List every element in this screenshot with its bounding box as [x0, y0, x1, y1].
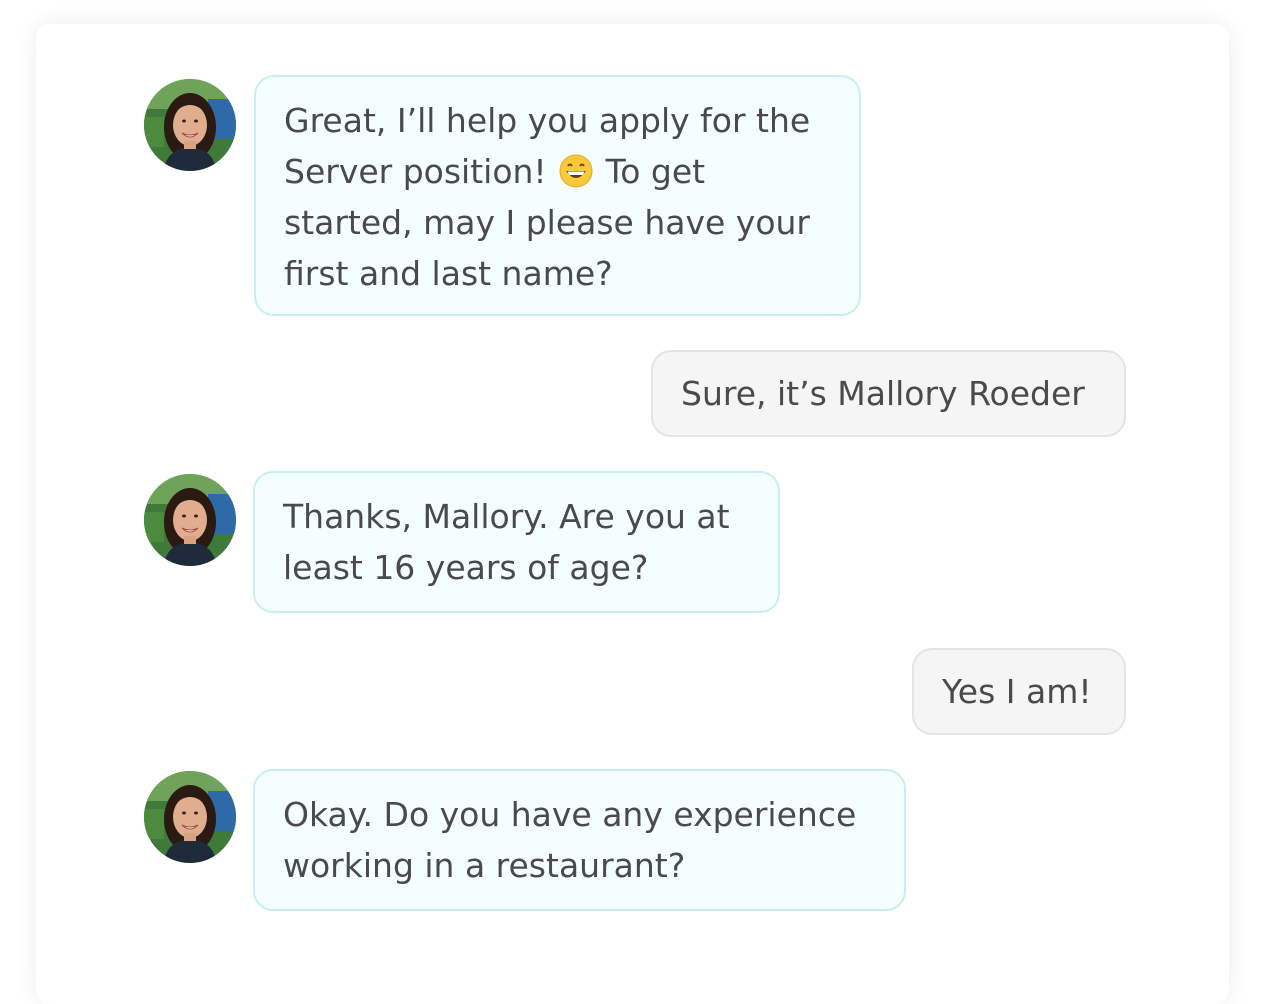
message-text: least 16 years of age?	[283, 548, 649, 587]
avatar-photo	[144, 771, 236, 863]
message-text: Sure, it’s Mallory Roeder	[681, 374, 1085, 413]
message-text-line: Server position! To get	[284, 146, 831, 197]
message-text: Server position!	[284, 152, 547, 191]
avatar	[144, 474, 236, 566]
chat-card: Great, I’ll help you apply for the Serve…	[36, 24, 1229, 1004]
avatar-photo	[144, 79, 236, 171]
message-text: started, may I please have your	[284, 203, 810, 242]
avatar	[144, 79, 236, 171]
avatar-photo	[144, 474, 236, 566]
message-text: first and last name?	[284, 254, 613, 293]
message-text: Yes I am!	[942, 672, 1092, 711]
avatar	[144, 771, 236, 863]
user-message-bubble: Sure, it’s Mallory Roeder	[651, 350, 1126, 437]
message-text: working in a restaurant?	[283, 846, 686, 885]
bot-message-bubble: Thanks, Mallory. Are you at least 16 yea…	[253, 471, 780, 613]
bot-message-bubble: Okay. Do you have any experience working…	[253, 769, 906, 911]
message-text: To get	[605, 152, 706, 191]
message-text: Thanks, Mallory. Are you at	[283, 497, 730, 536]
grinning-face-icon	[559, 154, 593, 188]
message-text: Okay. Do you have any experience	[283, 795, 857, 834]
bot-message-bubble: Great, I’ll help you apply for the Serve…	[254, 75, 861, 316]
user-message-bubble: Yes I am!	[912, 648, 1126, 735]
message-text: Great, I’ll help you apply for the	[284, 101, 811, 140]
